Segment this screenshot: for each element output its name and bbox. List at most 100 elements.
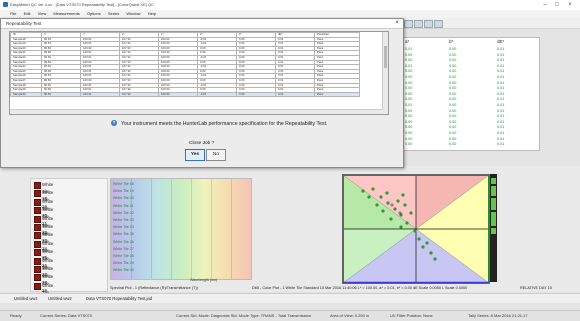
- table-vertical-scrollbar[interactable]: [382, 32, 388, 114]
- results-cell: 0.00: [405, 136, 413, 141]
- results-cell: 0.01: [497, 108, 505, 113]
- menu-options[interactable]: Options: [87, 10, 101, 18]
- status-area: Area of View: 0.250 in: [330, 313, 370, 318]
- minimize-icon[interactable]: –: [540, 1, 550, 9]
- results-cell: 0.00: [405, 108, 413, 113]
- dialog-close-icon[interactable]: ×: [393, 19, 401, 27]
- no-button[interactable]: No: [206, 149, 226, 161]
- results-cell: 0.01: [497, 80, 505, 85]
- status-mode: Current Std. Mode: Diagnostic Std. Mode …: [176, 313, 311, 318]
- menu-edit[interactable]: Edit: [24, 10, 31, 18]
- results-cell: 0.00: [449, 131, 457, 135]
- results-cell: 0.00: [405, 97, 413, 102]
- results-cell: 0.00: [449, 75, 457, 79]
- tile-icon: [34, 198, 41, 206]
- document-tabs: Untitled.ww1 Untitled.ww2 Data VTS070 Re…: [0, 293, 580, 303]
- results-cell: 0.00: [449, 47, 457, 51]
- results-cell: 0.01: [497, 63, 505, 68]
- toolbar-button[interactable]: [424, 20, 433, 28]
- status-ready: Ready: [10, 313, 22, 318]
- dialog-title: Repeatability Test: [6, 21, 42, 26]
- window-title: EasyMatch QC ver 4.xx - [Data VTS070 Rep…: [10, 2, 154, 7]
- menu-view[interactable]: View: [38, 10, 47, 18]
- repeatability-dialog: Repeatability Test × ID X Y Z L* a* b* dE* Pass/…: [0, 18, 404, 168]
- tab-untitled-ww2[interactable]: Untitled.ww2: [48, 295, 72, 302]
- tile-icon: [34, 224, 41, 231]
- results-cell: 0.01: [497, 69, 505, 74]
- results-cell: 0.00: [449, 119, 457, 124]
- status-date: Tally Series: 8 Mar 2016 21:21:17: [468, 313, 528, 318]
- menu-window[interactable]: Window: [126, 10, 140, 18]
- results-cell: 0.01: [497, 47, 505, 51]
- info-icon: ?: [111, 120, 117, 126]
- table-cell: -0.01: [197, 91, 237, 98]
- results-cell: 0.00: [449, 86, 457, 91]
- close-job-question: Close Job ?: [189, 141, 215, 146]
- maximize-icon[interactable]: □: [552, 1, 562, 9]
- results-cell: 0.01: [497, 125, 505, 130]
- results-cell: 0.00: [449, 125, 457, 130]
- results-cell: 0.00: [405, 58, 413, 63]
- results-table: a* b* dE* 0.01 0.00 0.01 0.00 0.00 0.01 0.00 0.…: [392, 37, 540, 151]
- spectral-plot: White Tile 18 White Tile 19 White Tile 20 W…: [110, 178, 252, 280]
- legend-entry: White Tile 18: [113, 182, 134, 186]
- results-cell: 0.00: [405, 69, 413, 74]
- table-horizontal-scrollbar[interactable]: [10, 109, 383, 114]
- yes-button[interactable]: Yes: [185, 149, 205, 161]
- results-cell: 0.00: [449, 91, 457, 96]
- results-cell: 0.00: [449, 114, 457, 119]
- tab-untitled-ww1[interactable]: Untitled.ww1: [14, 295, 38, 302]
- toolbar-button[interactable]: [434, 20, 443, 28]
- results-cell: 0.00: [405, 142, 413, 147]
- table-cell: 107.32: [119, 91, 159, 98]
- status-series: Current Series: Data VTS070: [40, 313, 93, 318]
- scrollbar-thumb[interactable]: [384, 46, 387, 68]
- results-cell: 0.00: [405, 86, 413, 91]
- legend-entry: White Tile 25: [113, 232, 134, 237]
- tile-icon: [34, 215, 41, 223]
- results-cell: 0.00: [449, 142, 457, 147]
- tile-icon: [34, 266, 41, 273]
- tile-icon: [34, 240, 41, 248]
- color-plot-canvas: [342, 174, 490, 284]
- column-header-a: a*: [405, 39, 410, 44]
- results-cell: 0.00: [449, 80, 457, 85]
- legend-entry: White Tile 19: [113, 189, 134, 194]
- results-cell: 0.01: [497, 75, 505, 79]
- table-cell: 0.01: [275, 91, 315, 98]
- toolbar-button[interactable]: [414, 20, 423, 28]
- tile-icon: [34, 249, 41, 257]
- status-bar: Ready Current Series: Data VTS070 Curren…: [0, 310, 580, 321]
- dialog-title-bar: Repeatability Test ×: [1, 19, 403, 29]
- repeatability-table: ID X Y Z L* a* b* dE* Pass/Fail Sample18 96.81 100…: [9, 31, 389, 115]
- results-cell: 0.01: [497, 103, 505, 107]
- results-cell: 0.01: [497, 58, 505, 63]
- menu-measurements[interactable]: Measurements: [53, 10, 79, 18]
- menu-file[interactable]: File: [10, 10, 16, 18]
- table-cell: Pass: [314, 91, 360, 98]
- results-cell: 0.00: [449, 69, 457, 74]
- dialog-message: Your instrument meets the HunterLab perf…: [121, 121, 328, 127]
- legend-entry: White Tile 20: [113, 196, 134, 201]
- results-cell: 0.01: [405, 103, 413, 107]
- table-cell: Sample30: [10, 91, 42, 98]
- toolbar-button[interactable]: [404, 20, 413, 28]
- results-cell: 0.01: [497, 119, 505, 124]
- results-cell: 0.00: [405, 91, 413, 96]
- results-cell: 0.00: [405, 119, 413, 124]
- menu-help[interactable]: Help: [148, 10, 156, 18]
- table-row[interactable]: Sample30 96.81 100.01 107.32 100.00 -0.01 0.00…: [10, 91, 360, 98]
- close-icon[interactable]: ×: [565, 1, 575, 9]
- results-cell: 0.00: [449, 63, 457, 68]
- legend-entry: White Tile 26: [113, 239, 134, 244]
- legend-entry: White Tile 23: [113, 218, 134, 222]
- table-cell: 100.00: [158, 91, 198, 98]
- results-cell: 0.00: [449, 97, 457, 102]
- tile-icon: [34, 182, 41, 189]
- results-cell: 0.01: [497, 86, 505, 91]
- tile-icon: [34, 274, 41, 282]
- menu-series[interactable]: Series: [108, 10, 119, 18]
- legend-entry: White Tile 24: [113, 225, 134, 230]
- tab-repeatability-job[interactable]: Data VTS070 Repeatability Test.jad: [86, 295, 152, 302]
- results-cell: 0.00: [449, 52, 457, 57]
